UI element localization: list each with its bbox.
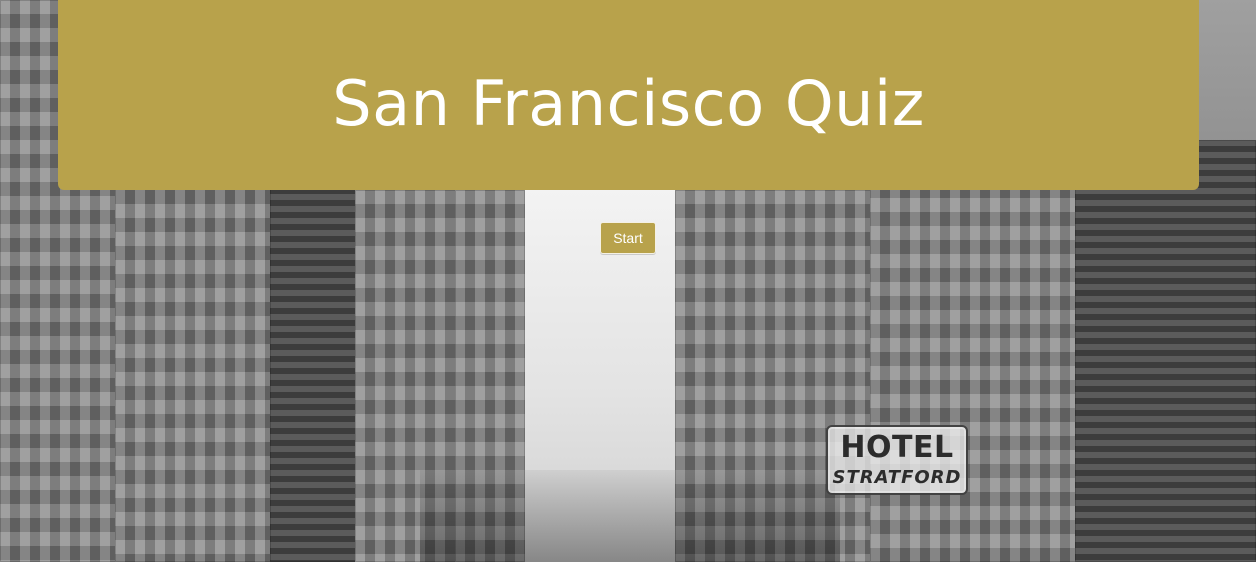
hotel-sign-line-1: HOTEL: [840, 430, 954, 465]
start-button[interactable]: Start: [600, 222, 656, 254]
street: [420, 470, 840, 562]
header-banner: San Francisco Quiz: [58, 0, 1199, 190]
page-title: San Francisco Quiz: [332, 66, 925, 140]
building-left-3: [270, 170, 365, 562]
hotel-sign: HOTEL STRATFORD: [826, 425, 968, 495]
building-right-3: [1075, 140, 1256, 562]
building-right-2: [870, 170, 1080, 562]
hotel-sign-line-2: STRATFORD: [832, 467, 962, 488]
